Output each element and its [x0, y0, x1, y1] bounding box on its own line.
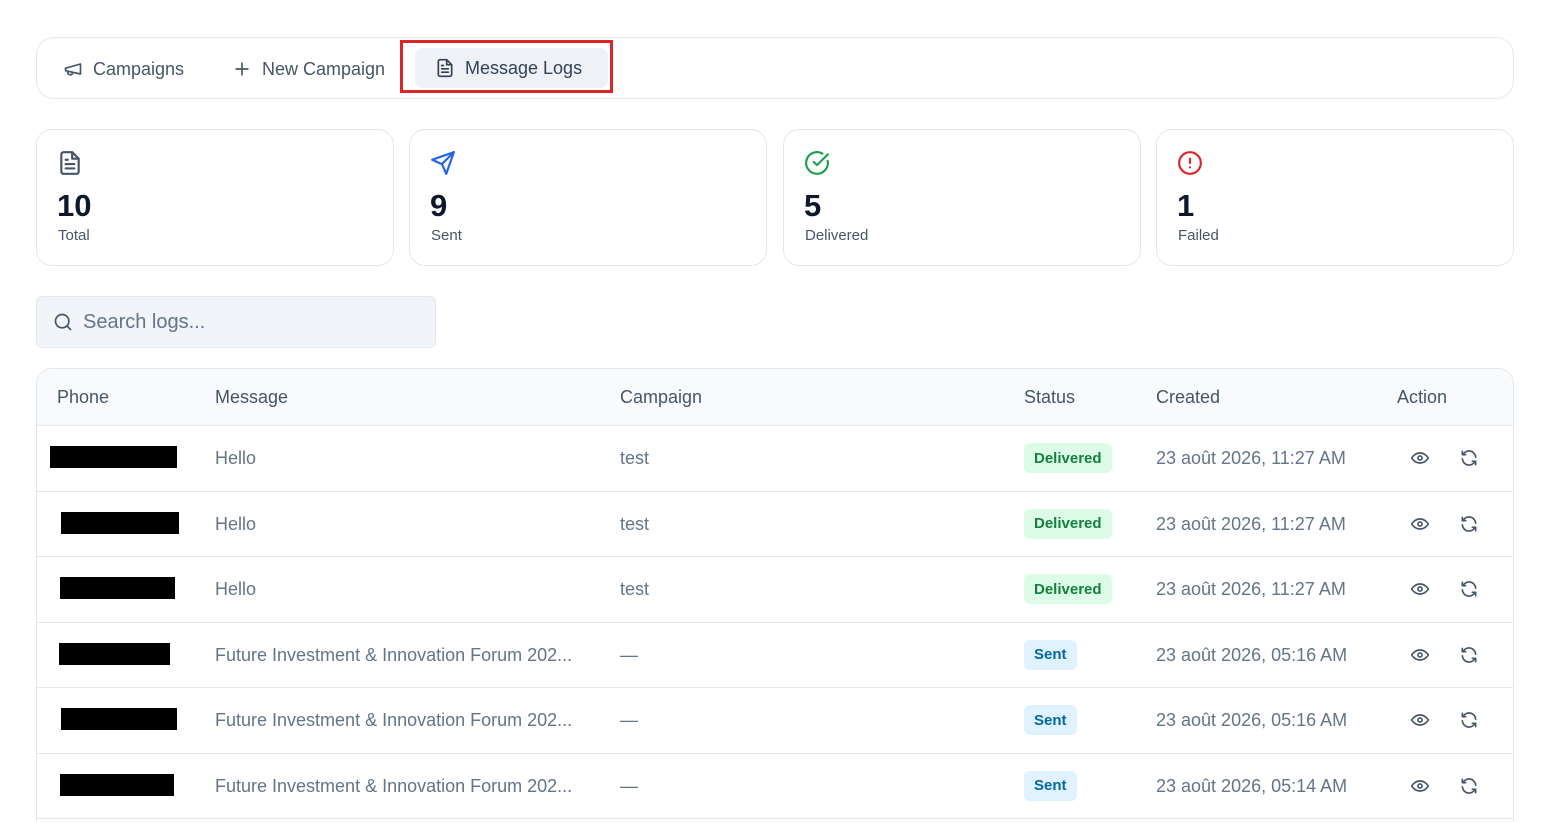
plus-icon [235, 62, 249, 76]
tab-bar: Campaigns New Campaign Message Logs [36, 37, 1514, 99]
refresh-icon [1461, 515, 1477, 532]
header-message: Message [215, 387, 289, 407]
cell-message: Future Investment & Innovation Forum 202… [215, 775, 573, 796]
cell-campaign: — [620, 775, 638, 796]
header-phone: Phone [57, 387, 110, 407]
status-badge: Delivered [1024, 574, 1112, 604]
stat-card-failed: 1 Failed [1156, 129, 1514, 266]
search-icon [54, 313, 72, 331]
cell-message: Future Investment & Innovation Forum 202… [215, 644, 573, 665]
table-row: Future Investment & Innovation Forum 202… [37, 754, 1513, 819]
view-button[interactable] [1410, 776, 1430, 796]
stat-value: 1 [1177, 188, 1195, 223]
refresh-icon [1461, 646, 1477, 663]
view-button[interactable] [1410, 710, 1430, 730]
tab-message-logs-label: Message Logs [465, 57, 583, 78]
status-badge: Sent [1024, 705, 1077, 735]
status-badge: Delivered [1024, 508, 1112, 539]
status-badge: Sent [1024, 639, 1077, 670]
cell-message: Hello [215, 513, 257, 534]
tab-message-logs[interactable]: Message Logs [415, 48, 609, 88]
cell-created: 23 août 2026, 11:27 AM [1156, 448, 1346, 468]
search-box [36, 296, 436, 348]
table-row: Hello test Delivered 23 août 2026, 11:27… [37, 426, 1513, 492]
table-row: Future Investment & Innovation Forum 202… [37, 688, 1513, 754]
retry-button[interactable] [1459, 448, 1479, 468]
table-row: Hello test Delivered 23 août 2026, 11:27… [37, 557, 1513, 623]
table-row: Hello test Delivered 23 août 2026, 11:27… [37, 492, 1513, 557]
eye-icon [1410, 583, 1430, 595]
header-action: Action [1397, 387, 1448, 407]
stat-label: Failed [1178, 227, 1219, 244]
redacted-phone [59, 642, 170, 665]
view-button[interactable] [1410, 579, 1430, 599]
header-status: Status [1024, 387, 1076, 407]
retry-button[interactable] [1459, 710, 1479, 730]
cell-created: 23 août 2026, 11:27 AM [1156, 579, 1346, 599]
cell-campaign: — [620, 710, 638, 730]
stat-card-sent: 9 Sent [409, 129, 767, 266]
view-button[interactable] [1410, 645, 1430, 665]
view-button[interactable] [1410, 448, 1430, 468]
retry-button[interactable] [1459, 645, 1479, 665]
eye-icon [1410, 517, 1430, 530]
refresh-icon [1461, 777, 1477, 794]
redacted-phone [50, 446, 177, 468]
tab-campaigns-label: Campaigns [93, 58, 185, 79]
stat-label: Total [58, 227, 90, 244]
stat-value: 5 [804, 188, 822, 223]
check-circle-icon [805, 151, 829, 175]
stat-card-total: 10 Total [36, 129, 394, 266]
retry-button[interactable] [1459, 514, 1479, 534]
tab-new-campaign[interactable]: New Campaign [220, 50, 397, 88]
cell-campaign: test [620, 579, 650, 599]
logs-table: Phone Message Campaign Status Created Ac… [36, 368, 1514, 822]
search-input[interactable] [83, 310, 403, 334]
retry-button[interactable] [1459, 579, 1479, 599]
cell-campaign: test [620, 448, 650, 468]
header-campaign: Campaign [620, 387, 703, 407]
tab-new-campaign-label: New Campaign [262, 58, 386, 79]
refresh-icon [1461, 712, 1477, 728]
tab-campaigns[interactable]: Campaigns [51, 50, 196, 88]
stat-label: Sent [431, 227, 462, 244]
status-badge: Sent [1024, 770, 1077, 801]
header-created: Created [1156, 387, 1221, 407]
eye-icon [1410, 779, 1430, 792]
eye-icon [1410, 648, 1430, 661]
stat-value: 9 [430, 188, 448, 223]
redacted-phone [60, 773, 174, 796]
eye-icon [1410, 452, 1430, 464]
redacted-phone [60, 577, 175, 599]
view-button[interactable] [1410, 514, 1430, 534]
file-text-icon [437, 58, 453, 78]
table-header: Phone Message Campaign Status Created Ac… [37, 369, 1513, 426]
stat-card-delivered: 5 Delivered [783, 129, 1141, 266]
status-badge: Delivered [1024, 443, 1112, 473]
send-icon [431, 151, 455, 175]
cell-created: 23 août 2026, 05:16 AM [1156, 710, 1348, 730]
refresh-icon [1461, 450, 1477, 466]
redacted-phone [61, 511, 179, 534]
alert-circle-icon [1178, 151, 1202, 175]
redacted-phone [61, 708, 177, 730]
megaphone-icon [64, 63, 82, 76]
file-text-icon [60, 151, 80, 175]
cell-message: Hello [215, 448, 257, 468]
table-row: Future Investment & Innovation Forum 202… [37, 623, 1513, 688]
stat-value: 10 [57, 188, 92, 223]
eye-icon [1410, 714, 1430, 726]
cell-created: 23 août 2026, 11:27 AM [1156, 513, 1346, 534]
retry-button[interactable] [1459, 776, 1479, 796]
refresh-icon [1461, 581, 1477, 597]
stat-label: Delivered [805, 227, 869, 244]
cell-campaign: — [620, 644, 638, 665]
cell-created: 23 août 2026, 05:16 AM [1156, 644, 1348, 665]
cell-campaign: test [620, 513, 650, 534]
cell-created: 23 août 2026, 05:14 AM [1156, 775, 1348, 796]
cell-message: Future Investment & Innovation Forum 202… [215, 710, 573, 730]
cell-message: Hello [215, 579, 257, 599]
